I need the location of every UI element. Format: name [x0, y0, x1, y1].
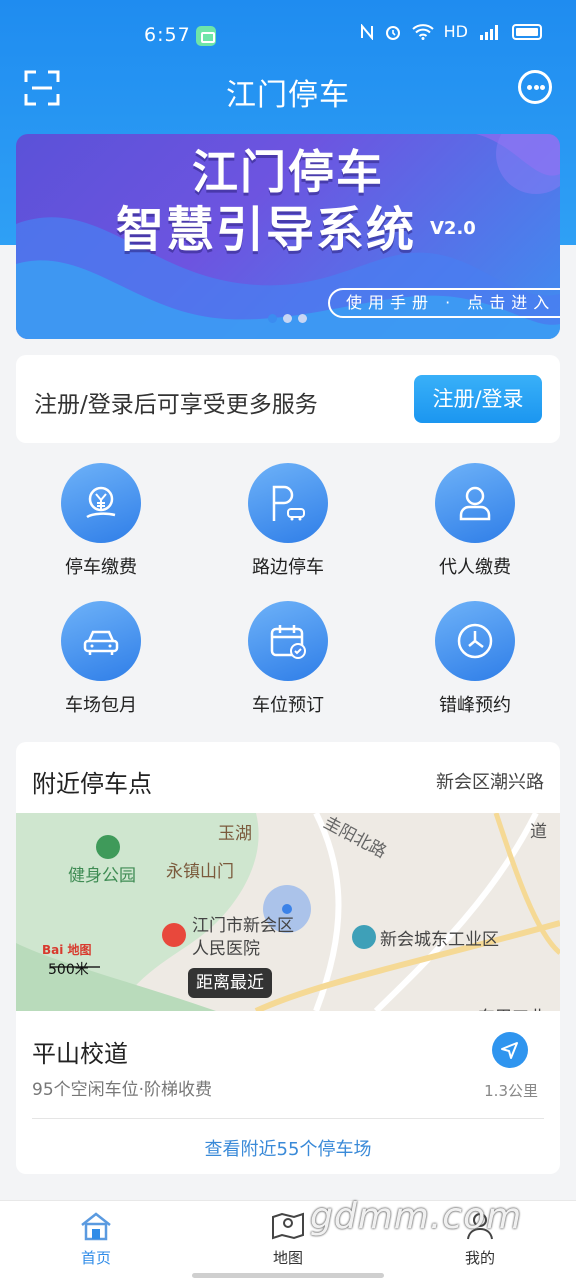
- map-label: 江门市新会区: [192, 916, 294, 936]
- service-parking-payment[interactable]: 停车缴费: [36, 463, 166, 579]
- nearby-map[interactable]: 玉湖 圭阳北路 道 健身公园 永镇山门 江门市新会区 人民医院 新会城东工业区 …: [16, 813, 560, 1011]
- service-proxy-payment[interactable]: 代人缴费: [410, 463, 540, 579]
- home-indicator: [192, 1273, 384, 1278]
- status-icons: HD: [360, 22, 542, 41]
- service-label: 错峰预约: [439, 695, 511, 716]
- payment-icon: [61, 463, 141, 543]
- alarm-icon: [385, 25, 400, 40]
- login-prompt-card: 注册/登录后可享受更多服务 注册/登录: [16, 355, 560, 443]
- home-icon: [81, 1212, 111, 1241]
- banner-subtitle: 智慧引导系统: [116, 202, 417, 258]
- tab-label: 我的: [464, 1249, 495, 1267]
- map-label: 健身公园: [68, 866, 136, 886]
- cellular-signal-icon: [480, 24, 498, 40]
- service-label: 车位预订: [252, 695, 324, 716]
- map-icon: [272, 1212, 304, 1240]
- parking-lot-distance: 1.3公里: [484, 1082, 538, 1100]
- map-label: 玉湖: [218, 824, 252, 844]
- tab-label: 首页: [80, 1249, 111, 1267]
- map-label: 道: [530, 822, 547, 842]
- battery-icon: [512, 23, 542, 40]
- hospital-pin-icon[interactable]: [162, 923, 186, 947]
- map-label: 人民医院: [192, 939, 260, 959]
- calendar-icon: [248, 601, 328, 681]
- map-provider-logo: Bai 地图: [42, 943, 92, 957]
- service-monthly-pass[interactable]: 车场包月: [36, 601, 166, 717]
- navigate-button[interactable]: [492, 1032, 528, 1068]
- banner-version: V2.0: [430, 218, 476, 239]
- more-icon[interactable]: [518, 70, 552, 104]
- tab-label: 地图: [272, 1249, 303, 1267]
- banner-dot[interactable]: [268, 314, 277, 323]
- wifi-icon: [411, 23, 434, 40]
- navigation-arrow-icon: [501, 1042, 518, 1059]
- watermark: gdmm.com: [310, 1196, 523, 1237]
- banner-dot[interactable]: [298, 314, 307, 323]
- clock-icon: [435, 601, 515, 681]
- industrial-pin-icon[interactable]: [352, 925, 376, 949]
- service-label: 停车缴费: [65, 557, 137, 578]
- tab-home[interactable]: 首页: [46, 1211, 146, 1268]
- service-label: 车场包月: [65, 695, 137, 716]
- banner-dot[interactable]: [283, 314, 292, 323]
- nfc-icon: [360, 23, 373, 40]
- map-label: 东甲工业: [478, 1003, 546, 1011]
- map-label: 永镇山门: [166, 862, 234, 882]
- network-label: HD: [443, 22, 468, 41]
- service-label: 路边停车: [252, 557, 324, 578]
- page-title: 江门停车: [226, 78, 350, 113]
- roadside-parking-icon: [248, 463, 328, 543]
- parking-lot-info: 95个空闲车位·阶梯收费: [32, 1080, 213, 1100]
- car-icon: [61, 601, 141, 681]
- view-all-parking-link[interactable]: 查看附近55个停车场: [16, 1135, 560, 1161]
- login-prompt-text: 注册/登录后可享受更多服务: [34, 392, 318, 418]
- service-space-reservation[interactable]: 车位预订: [223, 601, 353, 717]
- person-icon: [435, 463, 515, 543]
- nearby-title: 附近停车点: [32, 770, 152, 798]
- map-scale: 500米: [48, 962, 89, 978]
- park-pin-icon[interactable]: [96, 835, 120, 859]
- parking-lot-name[interactable]: 平山校道: [32, 1034, 128, 1069]
- message-notification-icon: [196, 26, 216, 46]
- map-label: 新会城东工业区: [380, 930, 499, 950]
- current-location[interactable]: 新会区潮兴路: [436, 768, 544, 794]
- login-register-button[interactable]: 注册/登录: [414, 375, 542, 423]
- service-roadside-parking[interactable]: 路边停车: [223, 463, 353, 579]
- divider: [32, 1118, 544, 1119]
- status-time: 6:57: [144, 24, 191, 46]
- service-label: 代人缴费: [439, 557, 511, 578]
- promo-banner[interactable]: 江门停车 智慧引导系统 V2.0 使用手册 · 点击进入: [16, 134, 560, 339]
- banner-manual-link[interactable]: 使用手册 · 点击进入: [328, 288, 560, 318]
- nearest-tag: 距离最近: [188, 968, 272, 998]
- banner-pagination: [268, 314, 307, 323]
- nearby-parking-card: 附近停车点 新会区潮兴路 玉湖 圭阳北路 道 健身公园 永镇山门 江门市新会区 …: [16, 742, 560, 1174]
- app-header: 江门停车: [0, 60, 576, 120]
- service-off-peak-booking[interactable]: 错峰预约: [410, 601, 540, 717]
